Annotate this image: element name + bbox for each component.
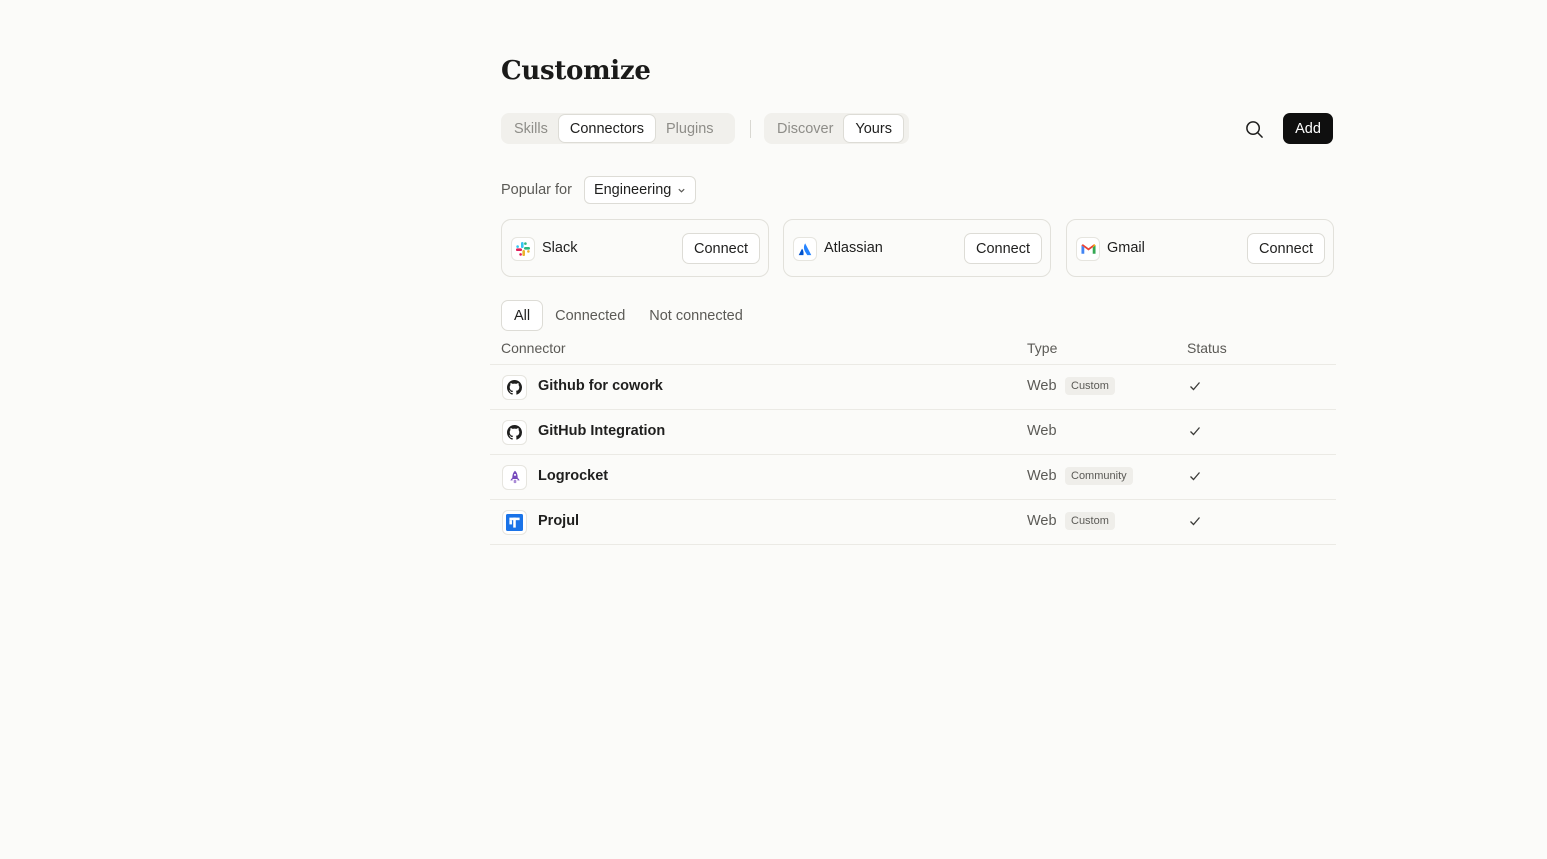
projul-icon <box>502 510 527 535</box>
connector-type: Web <box>1027 468 1057 484</box>
status-filter-tabs: All Connected Not connected <box>501 300 755 331</box>
chevron-down-icon <box>678 188 685 193</box>
popular-for-row: Popular for Engineering <box>501 176 697 204</box>
popular-card-slack: Slack Connect <box>501 219 769 277</box>
tab-yours[interactable]: Yours <box>844 115 903 142</box>
atlassian-icon <box>793 237 817 261</box>
popular-card-name: Gmail <box>1107 240 1145 256</box>
connector-name: Github for cowork <box>538 378 663 394</box>
slack-icon <box>511 237 535 261</box>
column-header-connector: Connector <box>501 340 566 356</box>
tab-discover[interactable]: Discover <box>766 115 844 142</box>
popular-card-gmail: Gmail Connect <box>1066 219 1334 277</box>
connector-badge: Custom <box>1065 512 1115 530</box>
check-icon <box>1190 517 1200 526</box>
check-icon <box>1190 382 1200 391</box>
connector-badge: Community <box>1065 467 1133 485</box>
connector-name: Logrocket <box>538 468 609 484</box>
connector-name: GitHub Integration <box>538 423 666 439</box>
popular-card-name: Atlassian <box>824 240 883 256</box>
gmail-icon <box>1076 237 1100 261</box>
category-dropdown[interactable]: Engineering <box>583 176 697 204</box>
tab-plugins[interactable]: Plugins <box>655 115 725 142</box>
search-button[interactable] <box>1243 118 1265 140</box>
connector-name: Projul <box>538 513 580 529</box>
page-title: Customize <box>501 56 651 86</box>
category-dropdown-value: Engineering <box>593 182 672 198</box>
github-icon <box>502 420 527 445</box>
connector-type: Web <box>1027 378 1057 394</box>
connect-gmail-button[interactable]: Connect <box>1246 233 1325 264</box>
popular-connectors: Slack Connect Atlassian Connect Gmail Co… <box>501 219 1335 277</box>
tab-skills[interactable]: Skills <box>503 115 559 142</box>
logrocket-icon <box>502 465 527 490</box>
connectors-table: Connector Type Status Github for cowork … <box>490 337 1336 545</box>
top-toolbar: Skills Connectors Plugins Discover Yours… <box>501 113 1335 145</box>
connect-slack-button[interactable]: Connect <box>681 233 760 264</box>
connect-atlassian-button[interactable]: Connect <box>963 233 1042 264</box>
add-button[interactable]: Add <box>1283 113 1333 144</box>
table-row[interactable]: Github for cowork Web Custom <box>490 365 1336 410</box>
search-icon <box>1245 120 1263 138</box>
filter-not-connected[interactable]: Not connected <box>637 300 755 331</box>
connector-badge: Custom <box>1065 377 1115 395</box>
scope-tabs: Discover Yours <box>764 113 909 144</box>
main-tabs: Skills Connectors Plugins <box>501 113 735 144</box>
table-row[interactable]: Logrocket Web Community <box>490 455 1336 500</box>
filter-connected[interactable]: Connected <box>543 300 637 331</box>
popular-for-label: Popular for <box>501 182 572 198</box>
filter-all[interactable]: All <box>501 300 544 331</box>
connector-type: Web <box>1027 423 1057 439</box>
column-header-type: Type <box>1027 340 1058 356</box>
check-icon <box>1190 427 1200 436</box>
popular-card-atlassian: Atlassian Connect <box>783 219 1051 277</box>
popular-card-name: Slack <box>542 240 578 256</box>
column-header-status: Status <box>1187 340 1227 356</box>
table-header: Connector Type Status <box>490 337 1336 365</box>
table-row[interactable]: Projul Web Custom <box>490 500 1336 545</box>
tab-divider <box>750 120 751 138</box>
connector-type: Web <box>1027 513 1057 529</box>
check-icon <box>1190 472 1200 481</box>
table-row[interactable]: GitHub Integration Web <box>490 410 1336 455</box>
github-icon <box>502 375 527 400</box>
tab-connectors[interactable]: Connectors <box>558 115 655 142</box>
